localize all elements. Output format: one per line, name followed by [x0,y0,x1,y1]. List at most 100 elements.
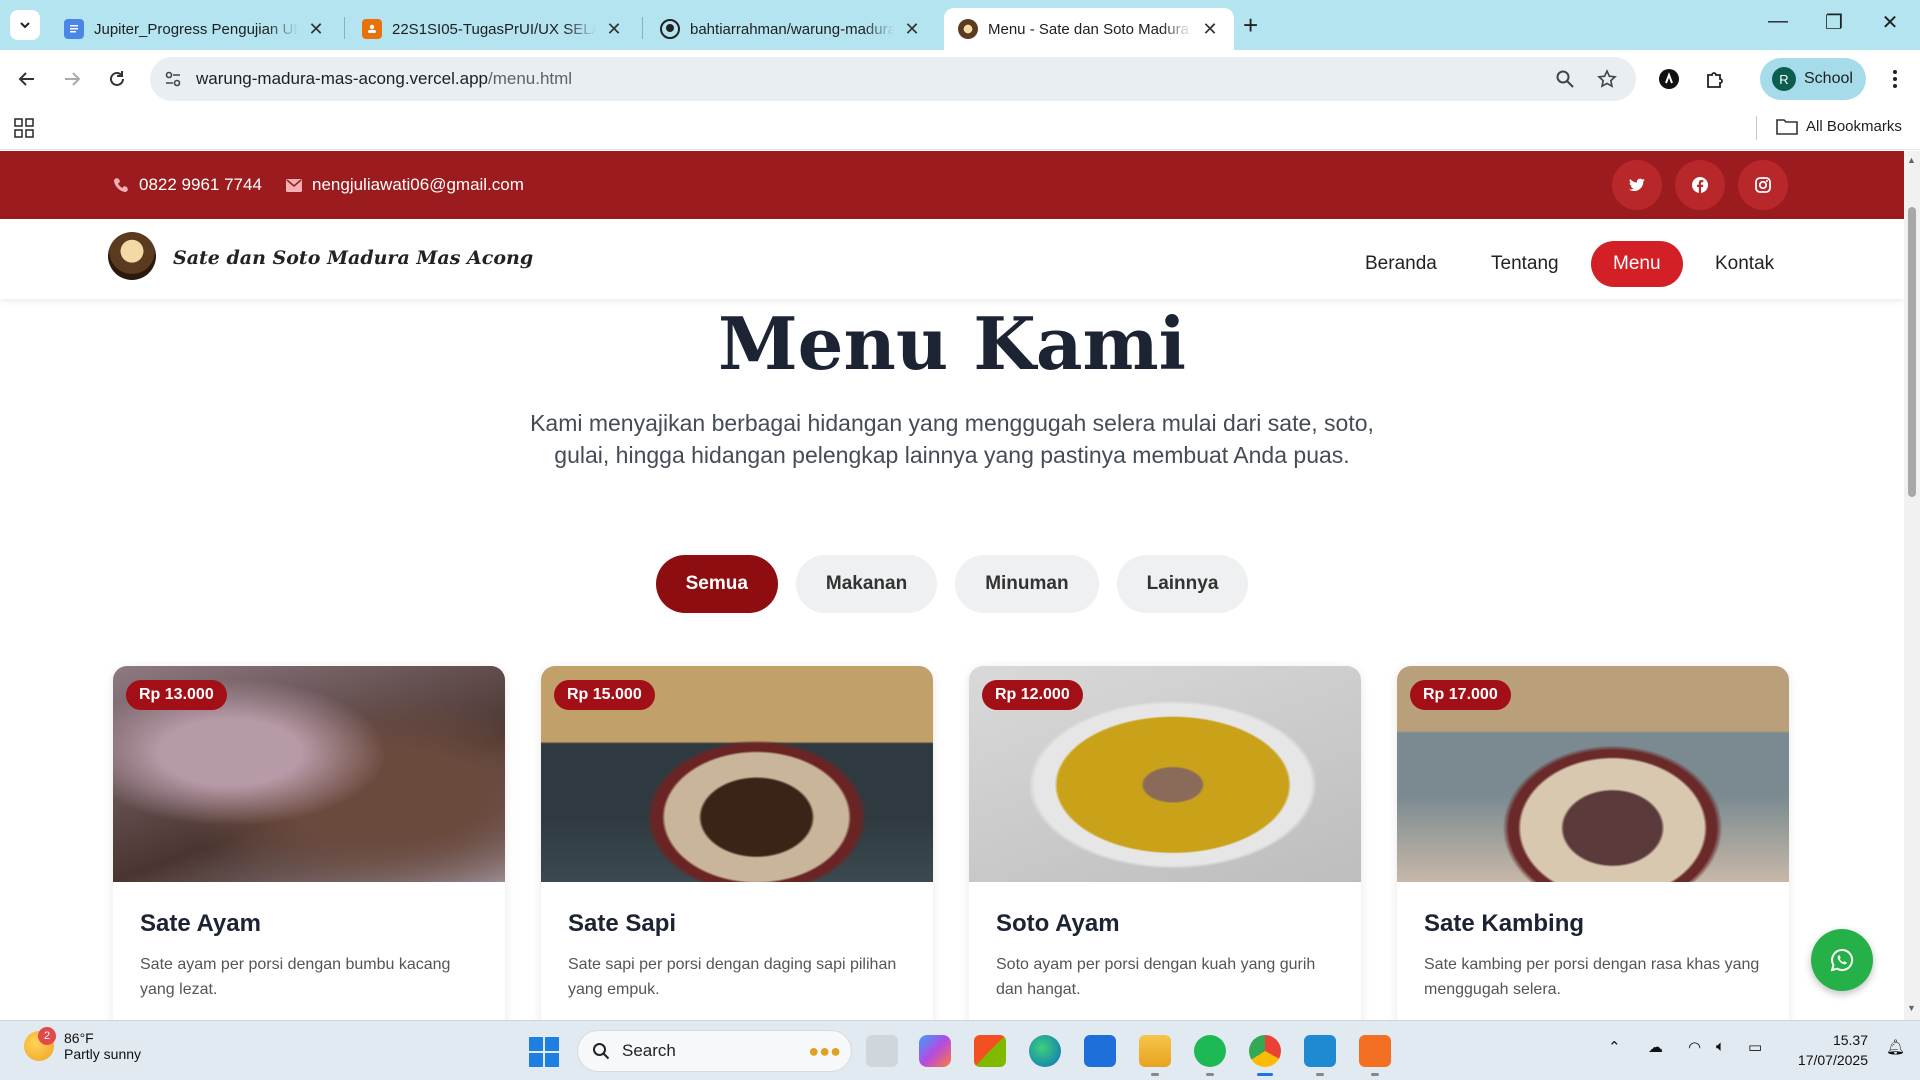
onedrive-icon[interactable]: ☁ [1648,1038,1663,1056]
azure-data-studio-icon[interactable] [1084,1035,1116,1067]
app-running-indicator [1206,1073,1214,1076]
twitter-link[interactable] [1612,160,1662,210]
reload-button[interactable] [100,62,134,96]
wifi-icon[interactable]: ◠ [1688,1038,1701,1056]
menu-item-description: Soto ayam per porsi dengan kuah yang gur… [996,956,1316,998]
email-contact[interactable]: nengjuliawati06@gmail.com [286,175,524,195]
zoom-icon[interactable] [1554,68,1576,90]
start-button[interactable] [529,1037,559,1067]
profile-button[interactable]: R School [1760,58,1866,100]
tab-title: Jupiter_Progress Pengujian UEQ [94,20,298,38]
task-view-icon[interactable] [866,1035,898,1067]
site-info-icon[interactable] [162,68,184,90]
reload-icon [110,71,124,86]
clock-date: 17/07/2025 [1797,1052,1868,1068]
scroll-up-icon[interactable]: ▲ [1907,155,1916,165]
volume-icon[interactable]: 🔈︎ [1716,1038,1725,1055]
apps-grid-icon[interactable] [14,118,34,143]
extensions-menu-button[interactable] [1698,62,1732,96]
extension-button[interactable] [1652,62,1686,96]
phone-contact[interactable]: 0822 9961 7744 [113,175,262,195]
file-explorer-icon[interactable] [1139,1035,1171,1067]
scrollbar-thumb[interactable] [1908,207,1916,497]
forward-button[interactable] [55,62,89,96]
store-icon[interactable] [974,1035,1006,1067]
notifications-bell-icon[interactable]: 🔔︎ [1886,1038,1905,1056]
site-logo[interactable] [108,232,156,280]
nav-tentang[interactable]: Tentang [1469,241,1581,287]
windows-logo-tile [529,1037,543,1051]
menu-card-list: Rp 13.000 Sate Ayam Sate ayam per porsi … [113,666,1793,1020]
restore-button[interactable]: ❐ [1814,10,1854,35]
menu-item-name: Sate Kambing [1424,910,1585,937]
docs-icon [64,19,84,39]
menu-card-sate-kambing[interactable]: Rp 17.000 Sate Kambing Sate kambing per … [1397,666,1789,1020]
phone-number: 0822 9961 7744 [139,175,262,194]
xampp-icon[interactable] [1359,1035,1391,1067]
facebook-link[interactable] [1675,160,1725,210]
bookmark-star-icon[interactable] [1596,68,1618,90]
url-host: warung-madura-mas-acong.vercel.app [196,69,488,88]
tab-tugas-prui[interactable]: 22S1SI05-TugasPrUI/UX SELASA ✕ [348,8,638,50]
tab-github-repo[interactable]: bahtiarrahman/warung-madura ✕ [646,8,936,50]
taskbar-search[interactable]: Search ●●● [577,1030,852,1072]
all-bookmarks-button[interactable]: All Bookmarks [1776,117,1902,135]
scroll-down-icon[interactable]: ▼ [1907,1003,1916,1013]
minimize-button[interactable]: — [1758,10,1798,33]
filter-makanan[interactable]: Makanan [795,555,938,613]
page-scrollbar[interactable]: ▲ ▼ [1904,151,1920,1020]
puzzle-icon [1707,72,1723,88]
menu-card-sate-ayam[interactable]: Rp 13.000 Sate Ayam Sate ayam per porsi … [113,666,505,1020]
phone-icon [114,178,128,192]
menu-item-name: Sate Sapi [568,910,677,937]
vscode-icon[interactable] [1304,1035,1336,1067]
price-badge: Rp 17.000 [1410,680,1511,710]
menu-card-soto-ayam[interactable]: Rp 12.000 Soto Ayam Soto ayam per porsi … [969,666,1361,1020]
windows-taskbar: 2 86°F Partly sunny Search ●●● ⌃ ☁ ◠ 🔈︎ … [0,1020,1920,1080]
all-bookmarks-label: All Bookmarks [1806,117,1902,135]
price-badge: Rp 12.000 [982,680,1083,710]
filter-semua[interactable]: Semua [655,555,778,613]
search-label: Search [622,1041,676,1060]
whatsapp-button[interactable] [1811,929,1873,991]
tab-jupiter-progress[interactable]: Jupiter_Progress Pengujian UEQ ✕ [50,8,340,50]
partly-sunny-icon: 2 [24,1027,56,1061]
filter-minuman[interactable]: Minuman [955,555,1099,613]
filter-lainnya[interactable]: Lainnya [1116,555,1249,613]
system-clock[interactable]: 15.37 17/07/2025 [1788,1030,1868,1070]
browser-menu-button[interactable] [1878,62,1912,96]
nav-kontak[interactable]: Kontak [1693,241,1796,287]
spotify-icon[interactable] [1194,1035,1226,1067]
copilot-icon[interactable] [919,1035,951,1067]
url-path: /menu.html [487,69,573,88]
battery-icon[interactable]: ▭ [1748,1038,1762,1056]
close-icon[interactable]: ✕ [902,19,922,40]
clock-time: 15.37 [1832,1032,1868,1048]
slides-icon [362,19,382,39]
tab-search-button[interactable] [10,10,40,40]
close-icon[interactable]: ✕ [604,19,624,40]
window-close-button[interactable]: ✕ [1870,10,1910,35]
instagram-icon [1755,177,1771,193]
nav-beranda[interactable]: Beranda [1343,241,1459,287]
github-icon [660,19,680,39]
weather-widget[interactable]: 2 86°F Partly sunny [24,1027,141,1062]
chevron-up-icon[interactable]: ⌃ [1608,1038,1621,1056]
back-button[interactable] [10,62,44,96]
brand-name[interactable]: Sate dan Soto Madura Mas Acong [173,247,533,269]
weather-temperature: 86°F [64,1030,94,1046]
arrow-right-icon [65,72,81,86]
chrome-icon[interactable] [1249,1035,1281,1067]
new-tab-button[interactable]: + [1243,12,1258,38]
close-icon[interactable]: ✕ [306,19,326,40]
tab-menu-active[interactable]: Menu - Sate dan Soto Madura Mas Acong ✕ [944,8,1234,50]
browser-tab-bar: Jupiter_Progress Pengujian UEQ ✕ 22S1SI0… [0,0,1920,50]
edge-icon[interactable] [1029,1035,1061,1067]
profile-label: School [1804,70,1853,87]
address-bar[interactable]: warung-madura-mas-acong.vercel.app/menu.… [150,57,1636,101]
menu-item-description: Sate ayam per porsi dengan bumbu kacang … [140,956,451,998]
instagram-link[interactable] [1738,160,1788,210]
nav-menu[interactable]: Menu [1591,241,1683,287]
menu-card-sate-sapi[interactable]: Rp 15.000 Sate Sapi Sate sapi per porsi … [541,666,933,1020]
close-icon[interactable]: ✕ [1200,19,1220,40]
